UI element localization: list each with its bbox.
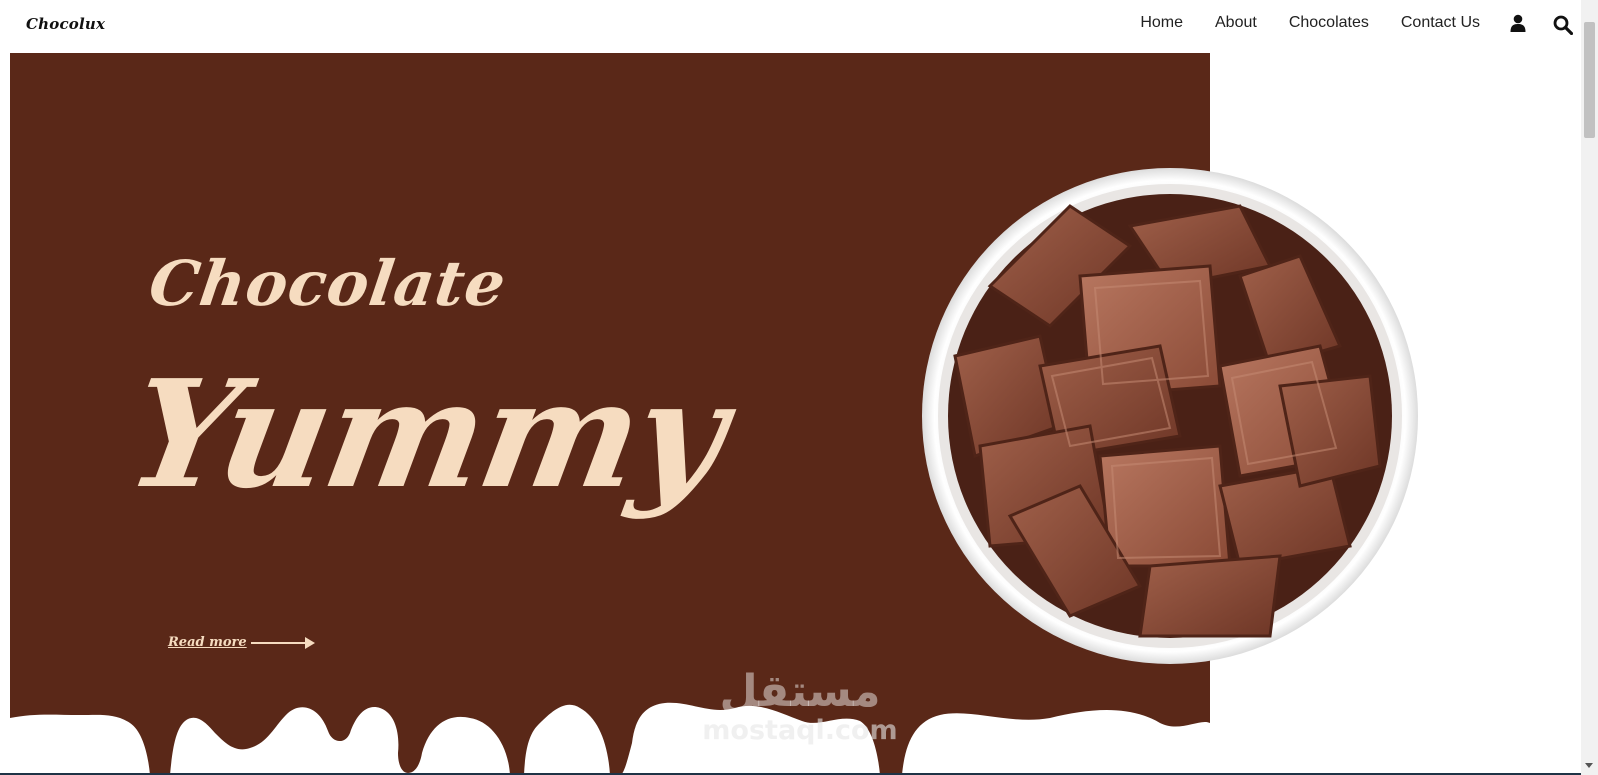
logo[interactable]: Chocolux xyxy=(26,15,105,33)
hero-title-yummy: Yummy xyxy=(116,347,737,521)
nav-about[interactable]: About xyxy=(1215,13,1257,33)
nav-contact-us[interactable]: Contact Us xyxy=(1401,13,1480,33)
search-icon[interactable] xyxy=(1553,15,1573,35)
main-nav: Home About Chocolates Contact Us xyxy=(1140,13,1480,33)
arrow-right-icon xyxy=(250,641,305,644)
read-more-link[interactable]: Read more xyxy=(168,635,315,650)
nav-home[interactable]: Home xyxy=(1140,13,1183,33)
user-icon[interactable] xyxy=(1510,14,1526,32)
scrollbar-thumb[interactable] xyxy=(1584,22,1595,138)
read-more-label: Read more xyxy=(168,635,247,650)
hero-title-chocolate: Chocolate xyxy=(144,247,511,320)
scroll-down-arrow-icon[interactable] xyxy=(1585,763,1593,768)
chocolate-bowl-image xyxy=(922,168,1418,664)
arrow-head-icon xyxy=(304,636,315,649)
nav-chocolates[interactable]: Chocolates xyxy=(1289,13,1369,33)
